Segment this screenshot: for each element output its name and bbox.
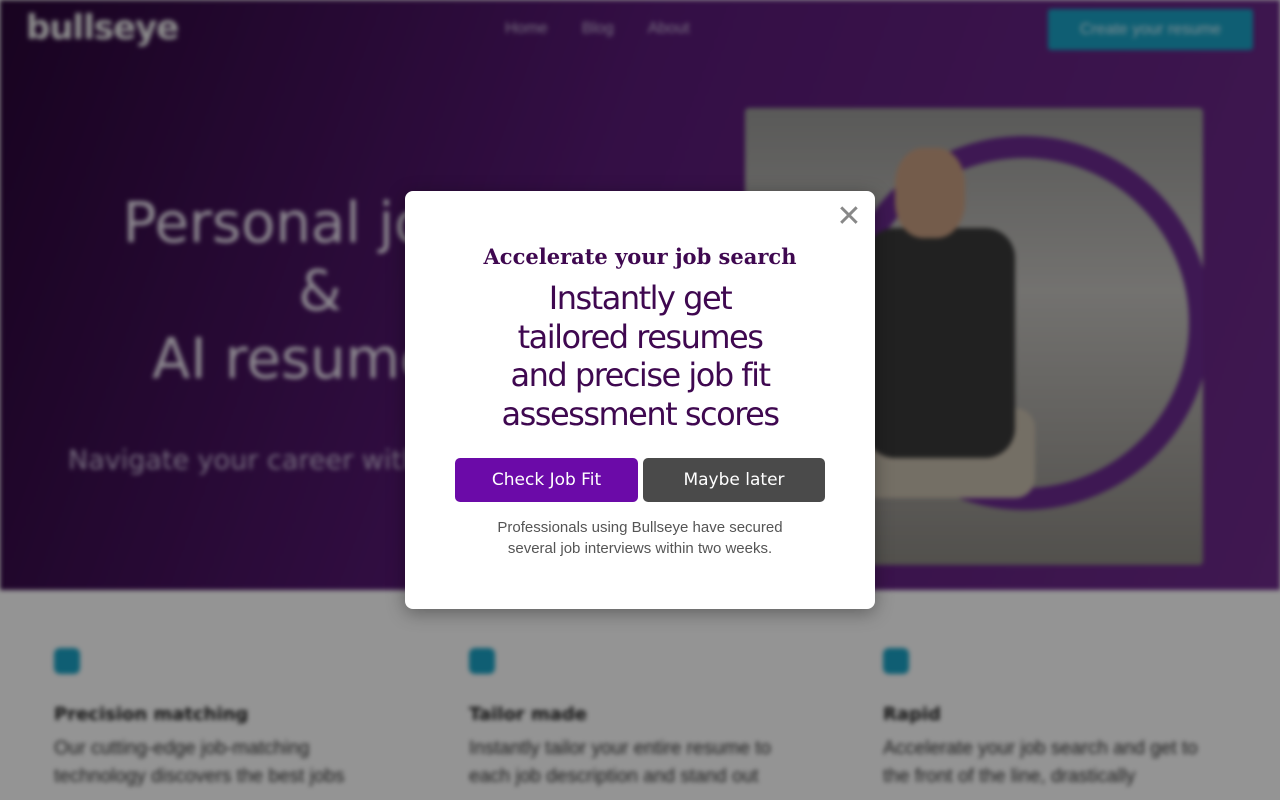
job-fit-modal: Accelerate your job search Instantly get… [405, 191, 875, 609]
check-job-fit-button[interactable]: Check Job Fit [455, 458, 638, 502]
close-icon[interactable]: ✕ [832, 202, 866, 232]
headline-line: and precise job fit [510, 356, 772, 394]
modal-headline: Instantly get tailored resumes and preci… [465, 279, 815, 433]
footnote-line: several job interviews within two weeks. [507, 540, 773, 557]
modal-footnote: Professionals using Bullseye have secure… [475, 517, 805, 559]
headline-line: Instantly get [548, 279, 733, 317]
headline-line: assessment scores [501, 394, 781, 433]
footnote-line: Professionals using Bullseye have secure… [497, 519, 783, 536]
headline-line: tailored resumes [517, 317, 764, 356]
modal-eyebrow: Accelerate your job search [483, 244, 797, 269]
maybe-later-button[interactable]: Maybe later [643, 458, 825, 502]
